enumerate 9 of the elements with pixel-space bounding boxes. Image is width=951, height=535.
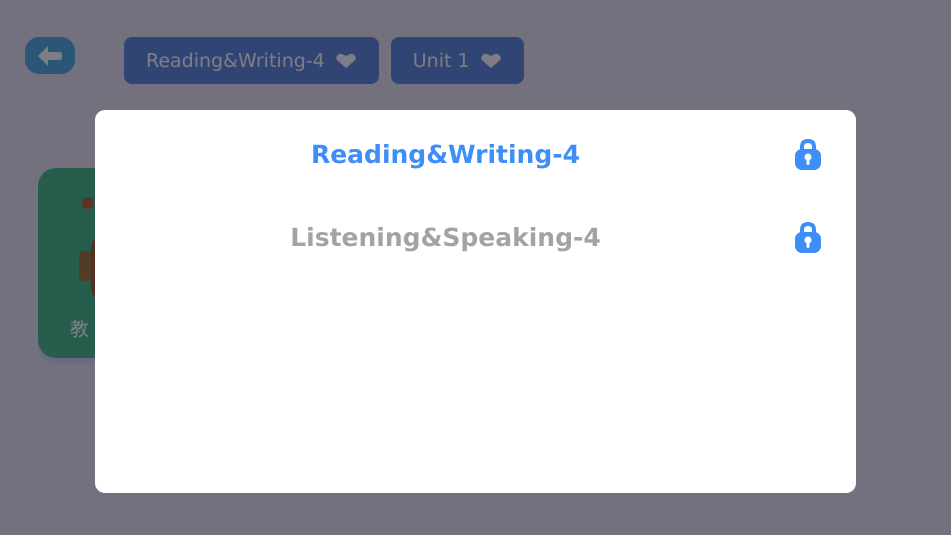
book-option[interactable]: Reading&Writing-4 <box>310 135 580 175</box>
caret-icon <box>480 52 502 68</box>
left-arrow-icon <box>37 44 63 66</box>
dropdown-button[interactable]: Reading&Writing-4 <box>124 37 379 84</box>
caret-icon <box>334 52 357 68</box>
card-label: 教 <box>70 317 89 342</box>
back-button[interactable] <box>25 37 75 74</box>
dropdown-button[interactable]: Unit 1 <box>390 37 524 84</box>
book-option[interactable]: Listening&Speaking-4 <box>290 218 601 258</box>
